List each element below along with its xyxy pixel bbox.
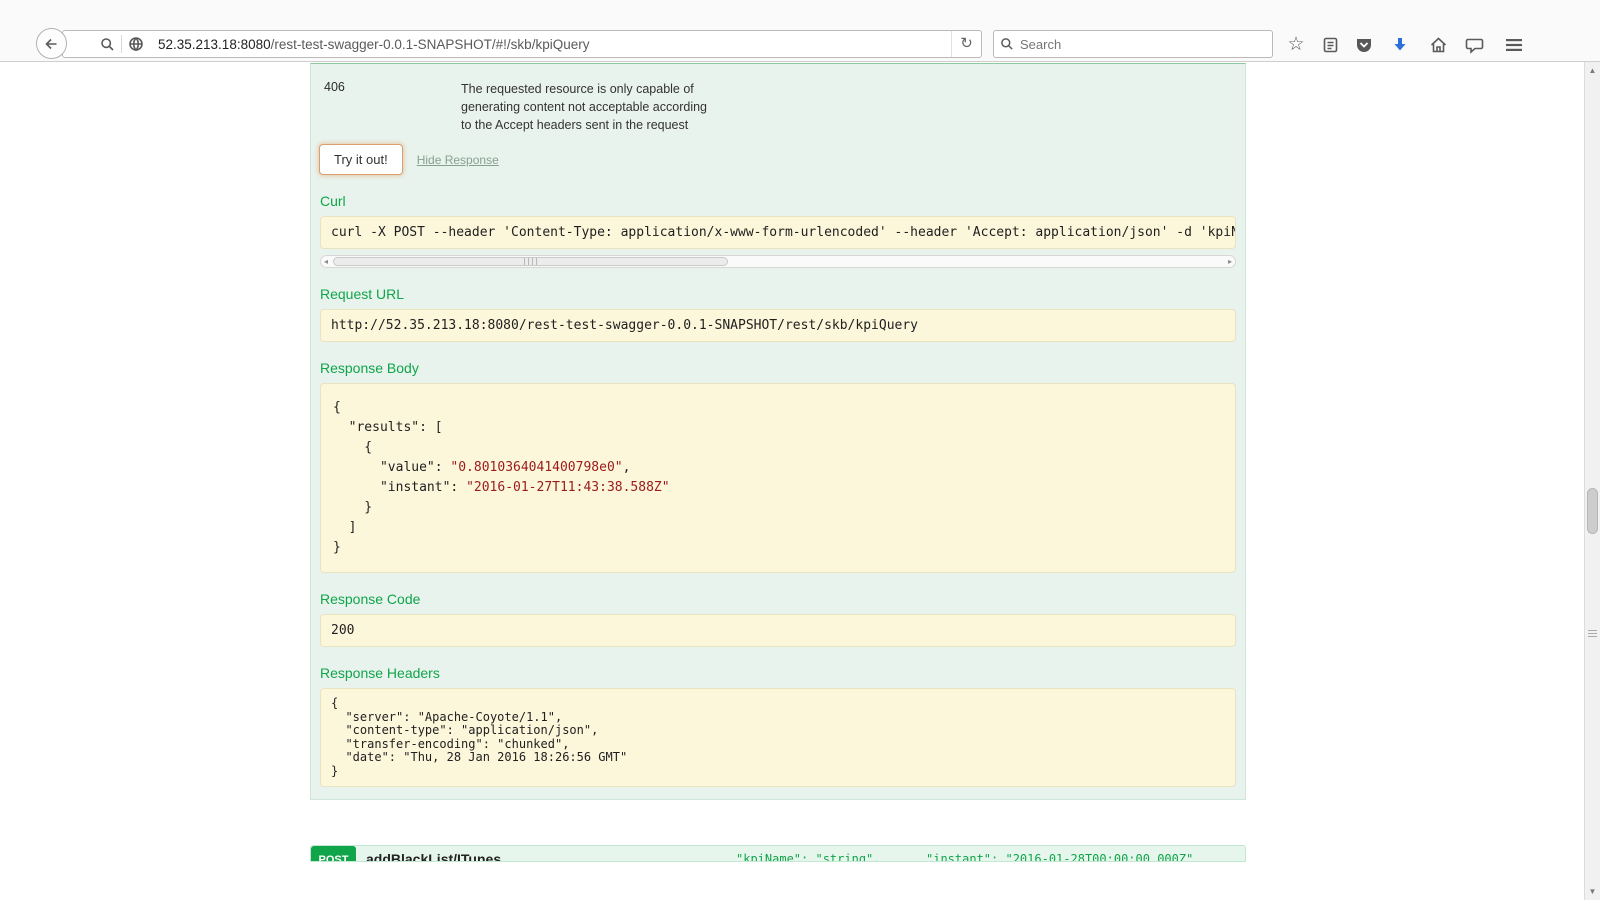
search-icon [1000,37,1014,51]
hide-response-link[interactable]: Hide Response [417,153,499,167]
site-identity-globe-icon[interactable] [122,31,150,57]
bookmarks-menu-icon[interactable] [1318,33,1342,57]
response-headers-heading: Response Headers [320,665,1245,681]
scrollbar-grip [524,258,538,265]
hello-chat-icon[interactable] [1462,33,1486,57]
response-headers-text: { "server": "Apache-Coyote/1.1", "conten… [331,697,1225,778]
actions-row: Try it out! Hide Response [319,144,1245,175]
pocket-icon[interactable] [1352,33,1376,57]
response-headers-json: { "server": "Apache-Coyote/1.1", "conten… [320,688,1236,787]
page-search-icon [93,31,121,57]
menu-hamburger-icon[interactable] [1502,33,1526,57]
browser-toolbar: 52.35.213.18:8080/rest-test-swagger-0.0.… [0,0,1600,62]
response-code-value: 200 [320,614,1236,647]
scroll-right-arrow-icon[interactable]: ▸ [1228,256,1232,267]
vertical-scrollbar[interactable]: ▲ ▼ [1584,62,1600,900]
url-path: /rest-test-swagger-0.0.1-SNAPSHOT/#!/skb… [271,37,590,52]
response-code-heading: Response Code [320,591,1245,607]
http-method-badge: POST [311,846,356,862]
next-operation-header-clipped[interactable]: POST addBlackList/ITunes "kpiName": "str… [310,845,1246,862]
operation-path[interactable]: addBlackList/ITunes [366,846,501,862]
swagger-operation-panel: 406 The requested resource is only capab… [310,63,1246,800]
scroll-left-arrow-icon[interactable]: ◂ [324,256,328,267]
search-input[interactable] [1020,37,1266,52]
response-status-code: 406 [324,80,461,134]
scrollbar-mark [1588,630,1597,637]
request-url-value: http://52.35.213.18:8080/rest-test-swagg… [320,309,1236,342]
url-host: 52.35.213.18:8080 [158,37,271,52]
curl-heading: Curl [320,193,1245,209]
scroll-up-arrow-icon[interactable]: ▲ [1585,66,1600,75]
operation-summary-fragment[interactable]: "instant": "2016-01-28T00:00:00.000Z" [926,846,1193,862]
back-arrow-icon [44,36,60,52]
horizontal-scrollbar-thumb[interactable] [333,257,728,266]
back-button[interactable] [36,28,67,59]
downloads-icon[interactable] [1388,33,1412,57]
horizontal-scrollbar[interactable]: ◂ ▸ [320,255,1236,268]
url-bar[interactable]: 52.35.213.18:8080/rest-test-swagger-0.0.… [62,30,982,58]
reload-button[interactable]: ↻ [951,31,981,57]
bookmark-star-icon[interactable]: ☆ [1284,33,1308,57]
scroll-down-arrow-icon[interactable]: ▼ [1585,887,1600,896]
home-icon[interactable] [1426,33,1450,57]
request-url-heading: Request URL [320,286,1245,302]
operation-summary-fragment[interactable]: "kpiName": "string", [736,846,881,862]
search-bar[interactable] [993,30,1273,58]
response-body-json: { "results": [ { "value": "0.80103640414… [320,383,1236,573]
vertical-scrollbar-thumb[interactable] [1587,488,1598,534]
curl-command: curl -X POST --header 'Content-Type: app… [320,216,1236,249]
page-content: 406 The requested resource is only capab… [0,63,1584,900]
try-it-out-button[interactable]: Try it out! [319,144,403,175]
url-text[interactable]: 52.35.213.18:8080/rest-test-swagger-0.0.… [158,37,951,52]
response-message-row: 406 The requested resource is only capab… [311,64,1245,134]
response-body-heading: Response Body [320,360,1245,376]
response-reason: The requested resource is only capable o… [461,80,719,134]
